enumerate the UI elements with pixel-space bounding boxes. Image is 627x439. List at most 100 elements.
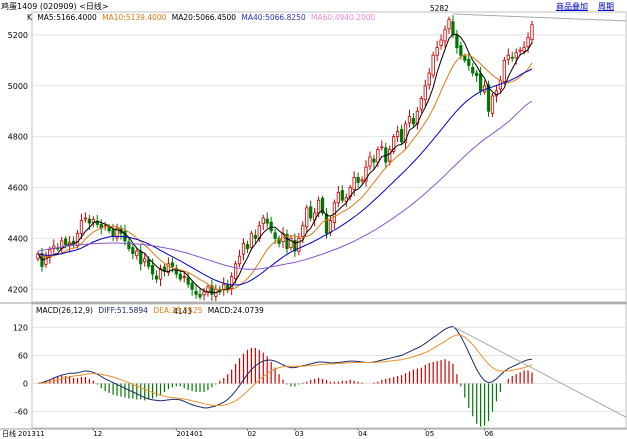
candle-body xyxy=(249,232,254,248)
x-tick-label: 201311 xyxy=(18,430,45,438)
macd-y-tick-label: 120 xyxy=(13,323,28,332)
macd-legend-diff: DIFF:51.5894 xyxy=(98,306,148,315)
candle-body xyxy=(91,218,95,223)
candle-body xyxy=(202,291,206,296)
price-annotation: 5282 xyxy=(430,4,449,13)
candle-body xyxy=(56,247,60,250)
candle-body xyxy=(423,85,427,100)
candle-body xyxy=(459,45,463,56)
candle-body xyxy=(427,72,431,86)
candle-body xyxy=(419,98,423,110)
candle-body xyxy=(131,247,135,255)
candle-body xyxy=(198,293,202,298)
legend-ma5: MA5:5166.4000 xyxy=(37,13,97,22)
macd-legend-dea: DEA:39.5525 xyxy=(153,306,203,315)
candle-body xyxy=(522,47,526,52)
x-tick-label: 201401 xyxy=(176,430,203,438)
ma-line-ma5 xyxy=(37,33,533,294)
candle-body xyxy=(328,220,333,233)
candle-body xyxy=(360,179,364,182)
candle-body xyxy=(526,37,530,47)
candle-body xyxy=(233,263,238,279)
macd-line-diff xyxy=(37,325,533,409)
legend-ma10: MA10:5139.4000 xyxy=(102,13,167,22)
x-tick-label: 日线 xyxy=(2,429,16,438)
candle-body xyxy=(455,34,459,49)
candle-body xyxy=(158,268,163,280)
candle-body xyxy=(411,117,416,125)
candle-body xyxy=(514,52,518,59)
futures-chart-window: 鸡蛋1409 (020909) <日线> 商品叠加 周期 5200 5000 480… xyxy=(0,0,627,439)
main-y-tick-label: 4800 xyxy=(8,133,28,142)
candle-body xyxy=(340,190,344,201)
candle-body xyxy=(336,192,340,204)
ma-legend: K MA5:5166.4000 MA10:5139.4000 MA20:5066… xyxy=(27,13,378,24)
legend-ma40: MA40:5066.8250 xyxy=(241,13,306,22)
candle-body xyxy=(139,250,143,265)
main-y-tick-label: 4400 xyxy=(8,234,28,243)
candle-body xyxy=(150,264,155,275)
candle-body xyxy=(380,146,384,149)
macd-legend: MACD(26,12,9) DIFF:51.5894 DEA:39.5525 M… xyxy=(36,306,267,317)
candle-body xyxy=(316,199,321,214)
main-panel-frame xyxy=(31,11,627,303)
candle-body xyxy=(439,39,443,46)
main-y-tick-label: 4200 xyxy=(8,285,28,294)
candle-body xyxy=(44,255,48,265)
candle-body xyxy=(154,275,159,280)
candle-body xyxy=(376,148,380,163)
candle-body xyxy=(352,176,356,190)
x-tick-label: 02 xyxy=(247,430,256,438)
candle-body xyxy=(399,129,404,143)
macd-panel-frame xyxy=(31,303,627,429)
candle-body xyxy=(506,54,510,60)
candle-body xyxy=(368,156,372,167)
x-tick-label: 03 xyxy=(295,430,304,438)
candle-body xyxy=(190,282,194,290)
x-tick-label: 04 xyxy=(358,430,367,438)
candle-body xyxy=(463,55,467,61)
candle-body xyxy=(170,262,174,267)
x-tick-label: 05 xyxy=(425,430,434,438)
candle-body xyxy=(447,19,451,30)
candle-body xyxy=(64,238,68,246)
candle-body xyxy=(273,232,277,239)
candle-body xyxy=(305,207,309,228)
candle-body xyxy=(324,213,329,234)
candle-body xyxy=(502,59,506,83)
macd-line-dea xyxy=(37,334,533,406)
candle-body xyxy=(241,243,246,255)
candle-body xyxy=(245,244,250,249)
candle-body xyxy=(490,95,495,114)
candle-body xyxy=(261,217,265,225)
candle-body xyxy=(431,54,435,76)
ma-line-ma10 xyxy=(37,54,533,291)
candle-body xyxy=(396,131,400,138)
candle-body xyxy=(237,255,242,265)
candle-body xyxy=(372,158,376,163)
candle-body xyxy=(510,56,514,59)
chart-canvas[interactable]: 5200 5000 4800 4600 4400 4200 120 60 0 -60 日线 20131… xyxy=(0,0,627,439)
main-y-tick-label: 4600 xyxy=(8,184,28,193)
candle-body xyxy=(467,58,471,66)
macd-y-tick-label: 60 xyxy=(18,351,28,360)
x-tick-label: 06 xyxy=(485,430,494,438)
candle-body xyxy=(107,226,111,232)
candle-body xyxy=(87,218,92,224)
ma-line-ma40 xyxy=(37,100,533,270)
candle-body xyxy=(178,273,182,280)
candle-body xyxy=(443,29,447,42)
legend-ma20: MA20:5066.4500 xyxy=(171,13,237,22)
candle-body xyxy=(530,24,534,40)
candle-body xyxy=(265,218,269,224)
legend-k: K xyxy=(27,13,32,22)
candle-body xyxy=(388,148,392,162)
candle-body xyxy=(182,276,186,278)
candle-body xyxy=(143,258,147,263)
candle-body xyxy=(451,21,455,36)
candle-body xyxy=(186,277,190,285)
candle-body xyxy=(435,47,439,56)
candle-body xyxy=(269,221,273,232)
candle-body xyxy=(75,232,80,246)
legend-ma60: MA60:4940.2000 xyxy=(311,13,376,22)
